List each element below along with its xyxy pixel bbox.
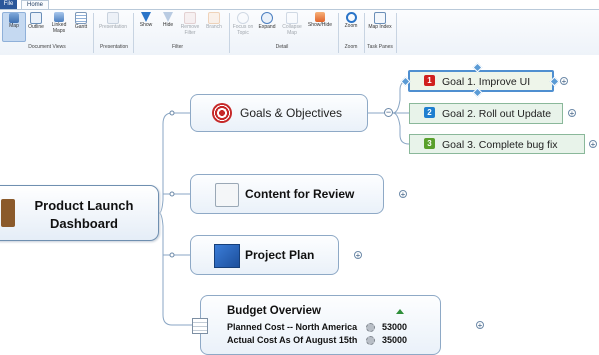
budget-row-1-label: Planned Cost -- North America [227, 322, 358, 332]
gear-icon [366, 336, 375, 345]
collapse-goals-toggle[interactable]: − [384, 108, 393, 117]
subtopic-goal-1[interactable]: 1 Goal 1. Improve UI [408, 70, 554, 92]
clipboard-icon [1, 199, 15, 227]
priority-3-icon: 3 [424, 138, 435, 149]
expand-content-toggle[interactable]: + [399, 190, 407, 199]
triangle-up-icon [396, 309, 404, 314]
topic-budget-label: Budget Overview [227, 305, 321, 317]
central-topic-line-2: Dashboard [50, 216, 118, 231]
priority-2-icon: 2 [424, 107, 435, 118]
budget-row-2-label: Actual Cost As Of August 15th [227, 335, 358, 345]
subtopic-goal-2[interactable]: 2 Goal 2. Roll out Update [409, 103, 563, 124]
subtopic-goal-1-label: Goal 1. Improve UI [442, 76, 531, 88]
subtopic-goal-3-label: Goal 3. Complete bug fix [442, 139, 558, 151]
subtopic-goal-2-label: Goal 2. Roll out Update [442, 108, 552, 120]
subtopic-goal-3[interactable]: 3 Goal 3. Complete bug fix [409, 134, 585, 154]
budget-row-1-value: 53000 [382, 322, 408, 332]
topic-project-plan[interactable]: Project Plan [190, 235, 339, 275]
spreadsheet-icon [192, 318, 208, 334]
topic-plan-label: Project Plan [245, 248, 315, 262]
pencil-note-icon [215, 183, 239, 207]
central-topic-line-1: Product Launch [34, 198, 134, 213]
gear-icon [366, 323, 375, 332]
priority-1-icon: 1 [424, 75, 435, 86]
budget-row-2-value: 35000 [382, 335, 408, 345]
central-topic-text: Product Launch Dashboard [19, 197, 149, 233]
expand-goal-1-toggle[interactable]: + [560, 77, 568, 86]
expand-plan-toggle[interactable]: + [354, 251, 362, 260]
expand-budget-toggle[interactable]: + [476, 321, 484, 330]
topic-budget-overview[interactable]: Budget Overview Planned Cost -- North Am… [200, 295, 441, 355]
topic-content-review[interactable]: Content for Review [190, 174, 384, 214]
expand-goal-3-toggle[interactable]: + [589, 140, 597, 149]
central-topic[interactable]: Product Launch Dashboard [0, 185, 159, 241]
blueprint-icon [214, 244, 240, 268]
topic-goals-objectives[interactable]: Goals & Objectives [190, 94, 368, 132]
expand-goal-2-toggle[interactable]: + [568, 109, 576, 118]
topic-content-label: Content for Review [245, 187, 355, 201]
target-icon [212, 103, 232, 123]
connector-lines [158, 80, 410, 326]
topic-goals-label: Goals & Objectives [240, 106, 343, 120]
